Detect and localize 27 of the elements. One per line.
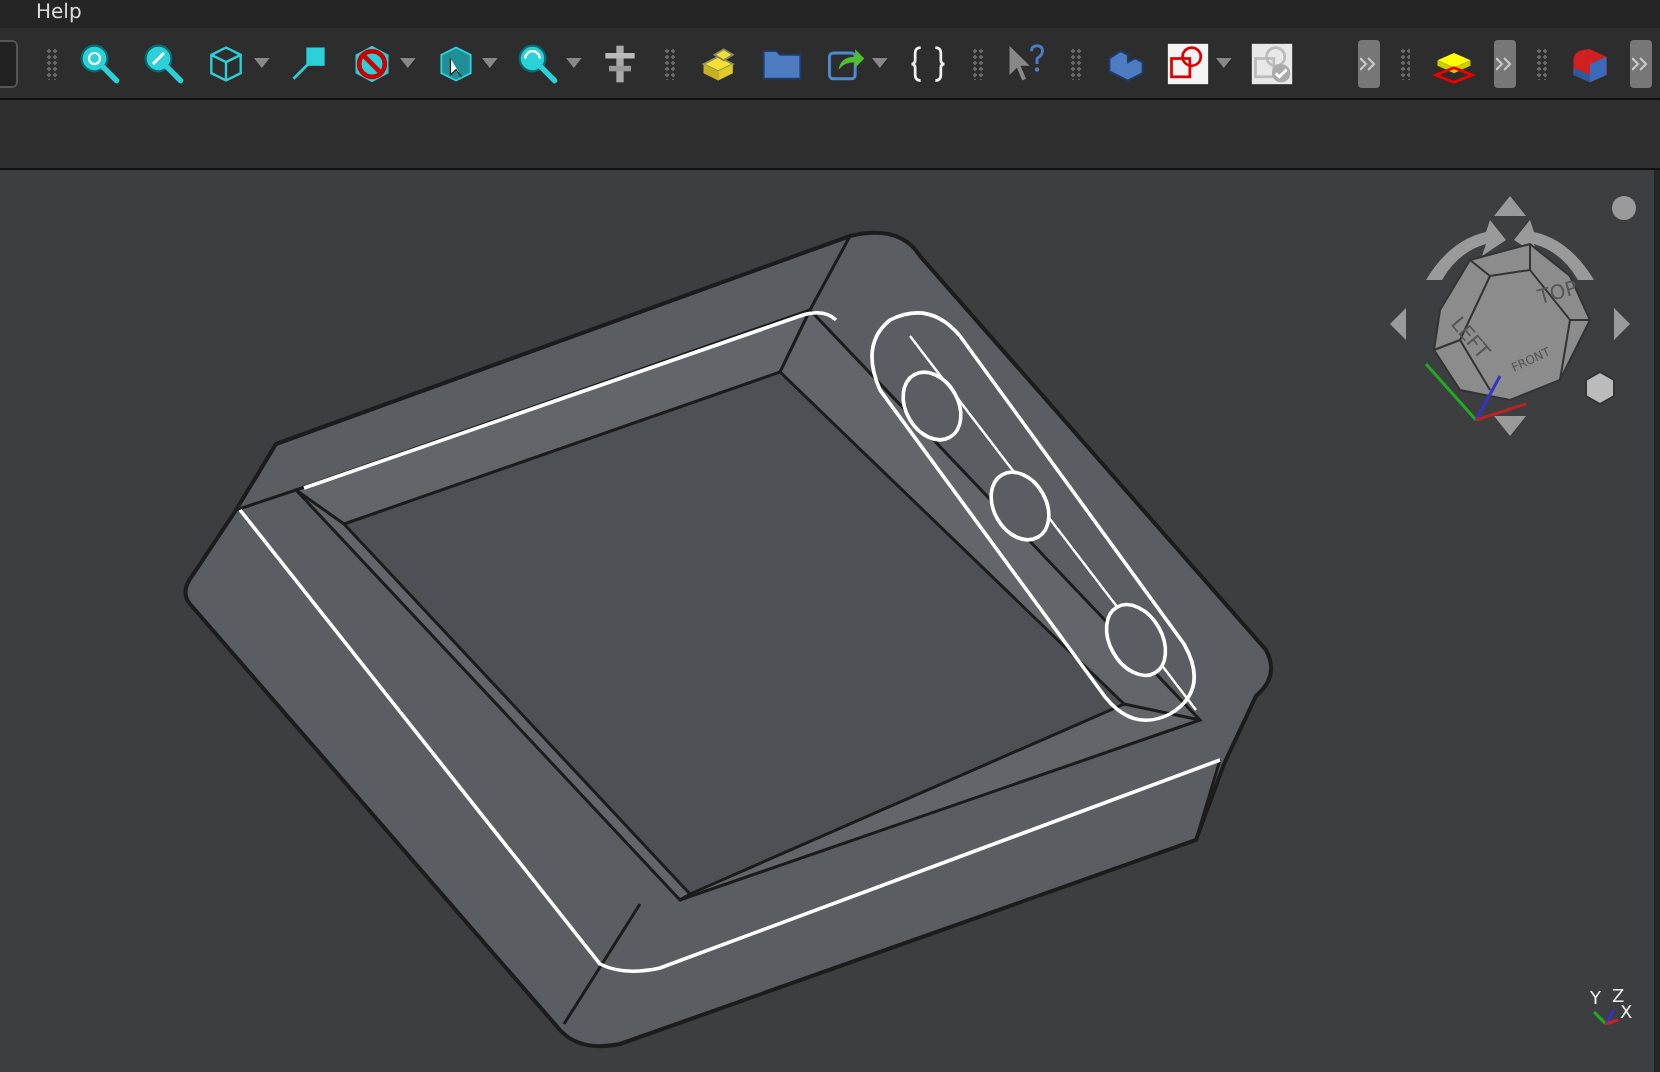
toolbar-overflow-button[interactable] [1493,39,1516,87]
chevrons-icon [1360,55,1377,71]
zoom-fit-icon [78,41,123,85]
dropdown-caret-icon[interactable] [400,58,416,68]
chevrons-icon [1496,55,1513,71]
shapes-overlap-button[interactable] [1164,39,1212,87]
menu-item[interactable]: Help [36,2,82,26]
dropdown-caret-icon[interactable] [254,58,271,68]
zoom-arrow-icon [141,41,186,85]
toolbar-overflow-button[interactable] [1357,39,1380,87]
dropdown-caret-icon[interactable] [1215,58,1232,68]
pointer-question-icon [1004,41,1049,85]
axis-indicator-drawing: Y Z X [1590,988,1633,1026]
dropdown-caret-icon[interactable] [872,58,889,68]
shapes-check-icon [1249,41,1294,85]
toolbar-overflow-button[interactable] [1630,39,1652,87]
zoom-refresh-button[interactable] [514,39,562,87]
zoom-refresh-icon [515,41,560,85]
shapes-overlap-icon [1166,41,1211,85]
shapes-check-button[interactable] [1247,39,1295,87]
zoom-arrow-button[interactable] [140,39,188,87]
zoom-fit-button[interactable] [77,39,125,87]
no-sign-icon [350,41,395,85]
chevrons-icon [1632,55,1649,71]
dropdown-caret-icon[interactable] [482,58,499,68]
dropdown-field[interactable] [0,39,18,87]
dropdown-caret-icon[interactable] [565,58,582,68]
